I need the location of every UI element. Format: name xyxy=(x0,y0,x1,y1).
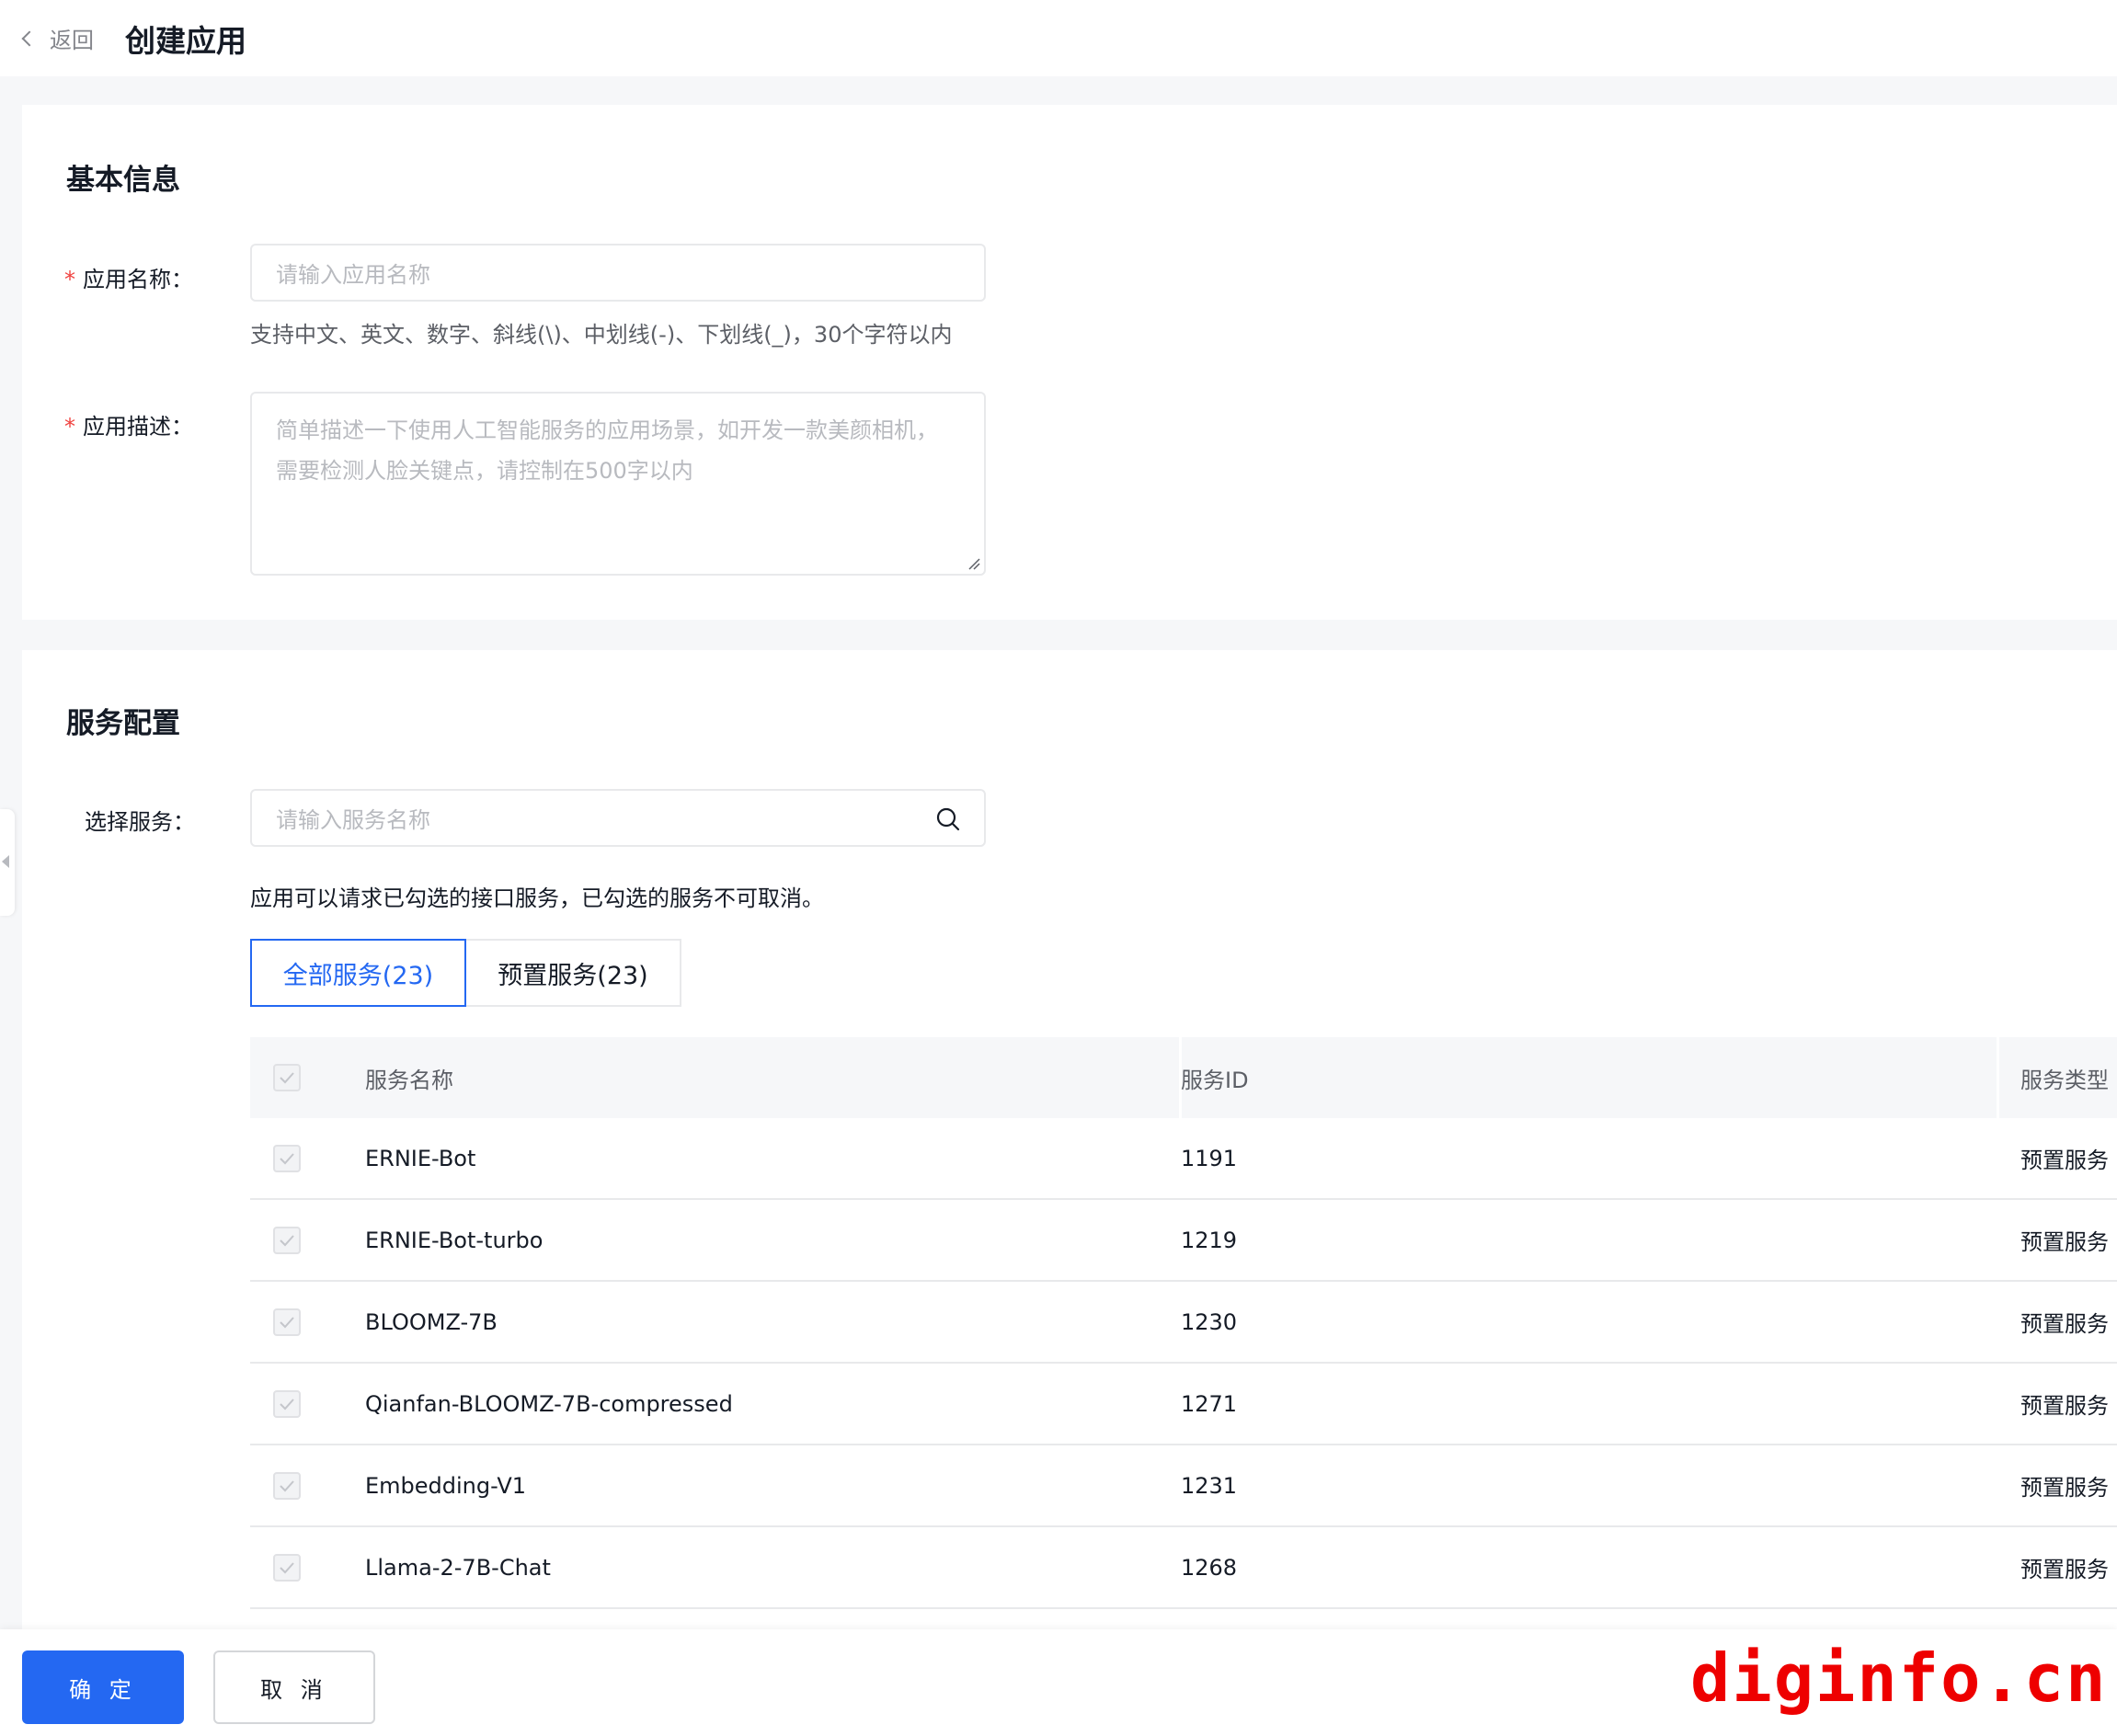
service-name: BLOOMZ-7B xyxy=(365,1308,498,1335)
table-row[interactable]: BLOOMZ-7B 1230 预置服务 xyxy=(250,1282,2117,1364)
row-checkbox[interactable] xyxy=(273,1226,301,1254)
watermark: diginfo.cn xyxy=(1690,1639,2108,1717)
table-header: 服务名称 服务ID 服务类型 xyxy=(250,1037,2117,1118)
basic-info-title: 基本信息 xyxy=(66,164,180,197)
caret-left-icon xyxy=(2,855,9,868)
service-name: ERNIE-Bot-turbo xyxy=(365,1227,544,1253)
column-header-name: 服务名称 xyxy=(365,1067,453,1093)
service-type: 预置服务 xyxy=(2020,1475,2109,1501)
service-note: 应用可以请求已勾选的接口服务，已勾选的服务不可取消。 xyxy=(250,885,824,911)
row-checkbox[interactable] xyxy=(273,1308,301,1336)
check-icon xyxy=(280,1398,294,1410)
service-id: 1268 xyxy=(1181,1554,1238,1581)
service-name: ERNIE-Bot xyxy=(365,1145,476,1171)
service-search-input[interactable]: 请输入服务名称 xyxy=(250,789,986,847)
row-checkbox[interactable] xyxy=(273,1553,301,1582)
service-name: Qianfan-BLOOMZ-7B-compressed xyxy=(365,1390,733,1417)
service-id: 1230 xyxy=(1181,1308,1238,1335)
app-desc-placeholder-line1: 简单描述一下使用人工智能服务的应用场景，如开发一款美颜相机， xyxy=(276,417,938,443)
service-name: Embedding-V1 xyxy=(365,1472,527,1499)
back-link[interactable]: 返回 xyxy=(21,22,94,54)
check-icon xyxy=(280,1479,294,1491)
app-name-label-text: 应用名称： xyxy=(83,267,193,292)
app-desc-label: * 应用描述： xyxy=(64,408,193,440)
service-config-card: 服务配置 选择服务： 请输入服务名称 应用可以请求已勾选的接口服务，已勾选的服务… xyxy=(22,650,2117,1629)
app-name-hint: 支持中文、英文、数字、斜线(\)、中划线(-)、下划线(_)，30个字符以内 xyxy=(250,322,953,348)
chevron-left-icon xyxy=(21,30,38,46)
required-mark: * xyxy=(64,414,75,440)
column-header-id: 服务ID xyxy=(1181,1067,1249,1093)
service-type: 预置服务 xyxy=(2020,1229,2109,1255)
tab-preset-services[interactable]: 预置服务(23) xyxy=(464,939,681,1007)
service-id: 1231 xyxy=(1181,1472,1238,1499)
service-type: 预置服务 xyxy=(2020,1311,2109,1337)
column-divider xyxy=(1997,1037,1999,1118)
table-row[interactable]: Embedding-V1 1231 预置服务 xyxy=(250,1445,2117,1527)
check-icon xyxy=(280,1234,294,1246)
service-id: 1219 xyxy=(1181,1227,1238,1253)
service-config-title: 服务配置 xyxy=(66,707,180,740)
select-service-label: 选择服务： xyxy=(85,809,195,835)
back-label: 返回 xyxy=(50,28,94,53)
service-search-placeholder: 请输入服务名称 xyxy=(276,807,430,833)
table-row[interactable]: ERNIE-Bot-turbo 1219 预置服务 xyxy=(250,1200,2117,1282)
row-checkbox[interactable] xyxy=(273,1389,301,1418)
top-bar: 返回 创建应用 xyxy=(0,0,2117,76)
check-icon xyxy=(280,1561,294,1573)
service-type: 预置服务 xyxy=(2020,1148,2109,1173)
basic-info-card: 基本信息 * 应用名称： 请输入应用名称 支持中文、英文、数字、斜线(\)、中划线… xyxy=(22,105,2117,620)
check-icon xyxy=(280,1152,294,1164)
resize-grip-icon[interactable] xyxy=(967,557,980,570)
page-title: 创建应用 xyxy=(125,22,246,59)
sidebar-collapse-handle[interactable] xyxy=(0,809,15,916)
app-desc-label-text: 应用描述： xyxy=(83,414,193,440)
app-name-placeholder: 请输入应用名称 xyxy=(276,262,430,288)
app-desc-textarea[interactable]: 简单描述一下使用人工智能服务的应用场景，如开发一款美颜相机， 需要检测人脸关键点… xyxy=(250,392,986,576)
app-desc-placeholder-line2: 需要检测人脸关键点，请控制在500字以内 xyxy=(276,458,693,484)
app-name-label: * 应用名称： xyxy=(64,261,193,293)
service-id: 1191 xyxy=(1181,1145,1238,1171)
table-row[interactable]: Qianfan-BLOOMZ-7B-compressed 1271 预置服务 xyxy=(250,1364,2117,1445)
service-type: 预置服务 xyxy=(2020,1393,2109,1419)
tab-all-services[interactable]: 全部服务(23) xyxy=(250,939,466,1007)
check-icon xyxy=(280,1072,294,1084)
service-type: 预置服务 xyxy=(2020,1557,2109,1582)
service-name: Llama-2-7B-Chat xyxy=(365,1554,551,1581)
confirm-button[interactable]: 确 定 xyxy=(22,1650,184,1724)
required-mark: * xyxy=(64,267,75,292)
table-row[interactable]: ERNIE-Bot 1191 预置服务 xyxy=(250,1118,2117,1200)
check-icon xyxy=(280,1316,294,1328)
search-icon[interactable] xyxy=(936,807,960,831)
cancel-button[interactable]: 取 消 xyxy=(213,1650,375,1724)
row-checkbox[interactable] xyxy=(273,1144,301,1172)
row-checkbox[interactable] xyxy=(273,1471,301,1500)
column-header-type: 服务类型 xyxy=(2020,1067,2109,1093)
select-all-checkbox[interactable] xyxy=(273,1064,301,1091)
app-name-input[interactable]: 请输入应用名称 xyxy=(250,244,986,302)
service-id: 1271 xyxy=(1181,1390,1238,1417)
services-table: 服务名称 服务ID 服务类型 ERNIE-Bot 1191 预置服务 ERNIE… xyxy=(250,1037,2117,1609)
table-row[interactable]: Llama-2-7B-Chat 1268 预置服务 xyxy=(250,1527,2117,1609)
